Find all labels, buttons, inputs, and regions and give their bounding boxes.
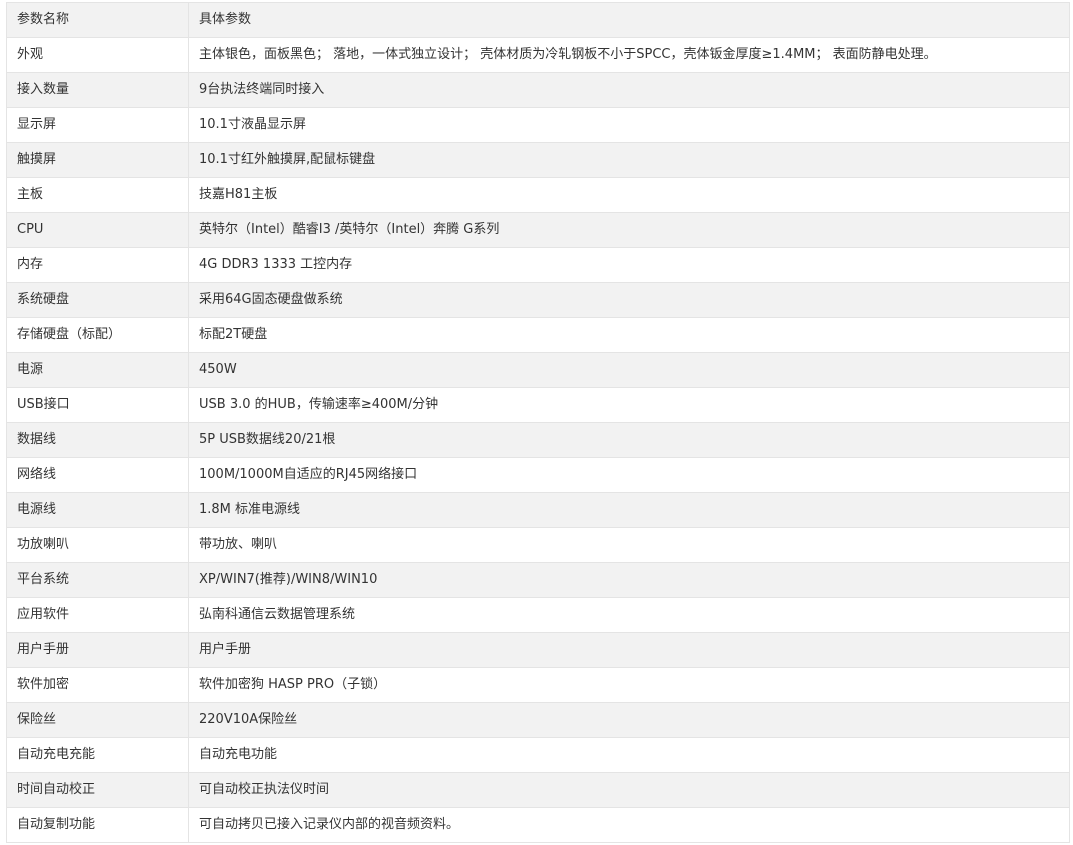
table-row: CPU 英特尔（Intel）酷睿I3 /英特尔（Intel）奔腾 G系列 [6, 212, 1070, 248]
table-row: 保险丝 220V10A保险丝 [6, 702, 1070, 738]
header-cell-value: 具体参数 [188, 2, 1070, 38]
table-header-row: 参数名称 具体参数 [6, 2, 1070, 38]
table-row: 网络线 100M/1000M自适应的RJ45网络接口 [6, 457, 1070, 493]
param-name-cell: 系统硬盘 [6, 282, 189, 318]
param-value-cell: 采用64G固态硬盘做系统 [188, 282, 1070, 318]
table-row: 自动复制功能 可自动拷贝已接入记录仪内部的视音频资料。 [6, 807, 1070, 843]
table-row: 内存 4G DDR3 1333 工控内存 [6, 247, 1070, 283]
param-value-cell: 1.8M 标准电源线 [188, 492, 1070, 528]
spec-table-body: 参数名称 具体参数 外观 主体银色，面板黑色； 落地，一体式独立设计； 壳体材质为… [6, 2, 1070, 843]
param-value-cell: 10.1寸液晶显示屏 [188, 107, 1070, 143]
table-row: 用户手册 用户手册 [6, 632, 1070, 668]
param-name-cell: 应用软件 [6, 597, 189, 633]
table-row: 外观 主体银色，面板黑色； 落地，一体式独立设计； 壳体材质为冷轧钢板不小于SPC… [6, 37, 1070, 73]
param-value-cell: 100M/1000M自适应的RJ45网络接口 [188, 457, 1070, 493]
param-value-cell: 用户手册 [188, 632, 1070, 668]
param-value-cell: 可自动校正执法仪时间 [188, 772, 1070, 808]
param-name-cell: 网络线 [6, 457, 189, 493]
param-value-cell: 9台执法终端同时接入 [188, 72, 1070, 108]
table-row: 主板 技嘉H81主板 [6, 177, 1070, 213]
param-name-cell: 自动充电充能 [6, 737, 189, 773]
param-name-cell: 保险丝 [6, 702, 189, 738]
param-value-cell: 4G DDR3 1333 工控内存 [188, 247, 1070, 283]
param-value-cell: 带功放、喇叭 [188, 527, 1070, 563]
param-name-cell: 软件加密 [6, 667, 189, 703]
param-value-cell: 标配2T硬盘 [188, 317, 1070, 353]
param-name-cell: CPU [6, 212, 189, 248]
param-value-cell: XP/WIN7(推荐)/WIN8/WIN10 [188, 562, 1070, 598]
param-value-cell: USB 3.0 的HUB，传输速率≥400M/分钟 [188, 387, 1070, 423]
table-row: 平台系统 XP/WIN7(推荐)/WIN8/WIN10 [6, 562, 1070, 598]
param-name-cell: USB接口 [6, 387, 189, 423]
param-value-cell: 10.1寸红外触摸屏,配鼠标键盘 [188, 142, 1070, 178]
spec-table: 参数名称 具体参数 外观 主体银色，面板黑色； 落地，一体式独立设计； 壳体材质为… [6, 2, 1070, 843]
param-name-cell: 接入数量 [6, 72, 189, 108]
table-row: 显示屏 10.1寸液晶显示屏 [6, 107, 1070, 143]
table-row: 存储硬盘（标配） 标配2T硬盘 [6, 317, 1070, 353]
table-row: 接入数量 9台执法终端同时接入 [6, 72, 1070, 108]
table-row: 系统硬盘 采用64G固态硬盘做系统 [6, 282, 1070, 318]
table-row: 应用软件 弘南科通信云数据管理系统 [6, 597, 1070, 633]
param-value-cell: 自动充电功能 [188, 737, 1070, 773]
param-name-cell: 电源线 [6, 492, 189, 528]
table-row: 电源 450W [6, 352, 1070, 388]
param-name-cell: 显示屏 [6, 107, 189, 143]
table-row: 功放喇叭 带功放、喇叭 [6, 527, 1070, 563]
param-name-cell: 主板 [6, 177, 189, 213]
table-row: 软件加密 软件加密狗 HASP PRO（子锁） [6, 667, 1070, 703]
param-name-cell: 电源 [6, 352, 189, 388]
param-name-cell: 功放喇叭 [6, 527, 189, 563]
table-row: 自动充电充能 自动充电功能 [6, 737, 1070, 773]
param-value-cell: 技嘉H81主板 [188, 177, 1070, 213]
table-row: 触摸屏 10.1寸红外触摸屏,配鼠标键盘 [6, 142, 1070, 178]
param-value-cell: 5P USB数据线20/21根 [188, 422, 1070, 458]
param-value-cell: 英特尔（Intel）酷睿I3 /英特尔（Intel）奔腾 G系列 [188, 212, 1070, 248]
param-name-cell: 平台系统 [6, 562, 189, 598]
param-value-cell: 可自动拷贝已接入记录仪内部的视音频资料。 [188, 807, 1070, 843]
param-name-cell: 内存 [6, 247, 189, 283]
param-name-cell: 存储硬盘（标配） [6, 317, 189, 353]
param-value-cell: 220V10A保险丝 [188, 702, 1070, 738]
param-name-cell: 外观 [6, 37, 189, 73]
table-row: 数据线 5P USB数据线20/21根 [6, 422, 1070, 458]
param-value-cell: 弘南科通信云数据管理系统 [188, 597, 1070, 633]
table-row: USB接口 USB 3.0 的HUB，传输速率≥400M/分钟 [6, 387, 1070, 423]
table-row: 时间自动校正 可自动校正执法仪时间 [6, 772, 1070, 808]
param-value-cell: 主体银色，面板黑色； 落地，一体式独立设计； 壳体材质为冷轧钢板不小于SPCC，… [188, 37, 1070, 73]
param-name-cell: 数据线 [6, 422, 189, 458]
param-value-cell: 450W [188, 352, 1070, 388]
param-name-cell: 时间自动校正 [6, 772, 189, 808]
table-row: 电源线 1.8M 标准电源线 [6, 492, 1070, 528]
param-name-cell: 自动复制功能 [6, 807, 189, 843]
header-cell-name: 参数名称 [6, 2, 189, 38]
param-name-cell: 用户手册 [6, 632, 189, 668]
param-value-cell: 软件加密狗 HASP PRO（子锁） [188, 667, 1070, 703]
param-name-cell: 触摸屏 [6, 142, 189, 178]
